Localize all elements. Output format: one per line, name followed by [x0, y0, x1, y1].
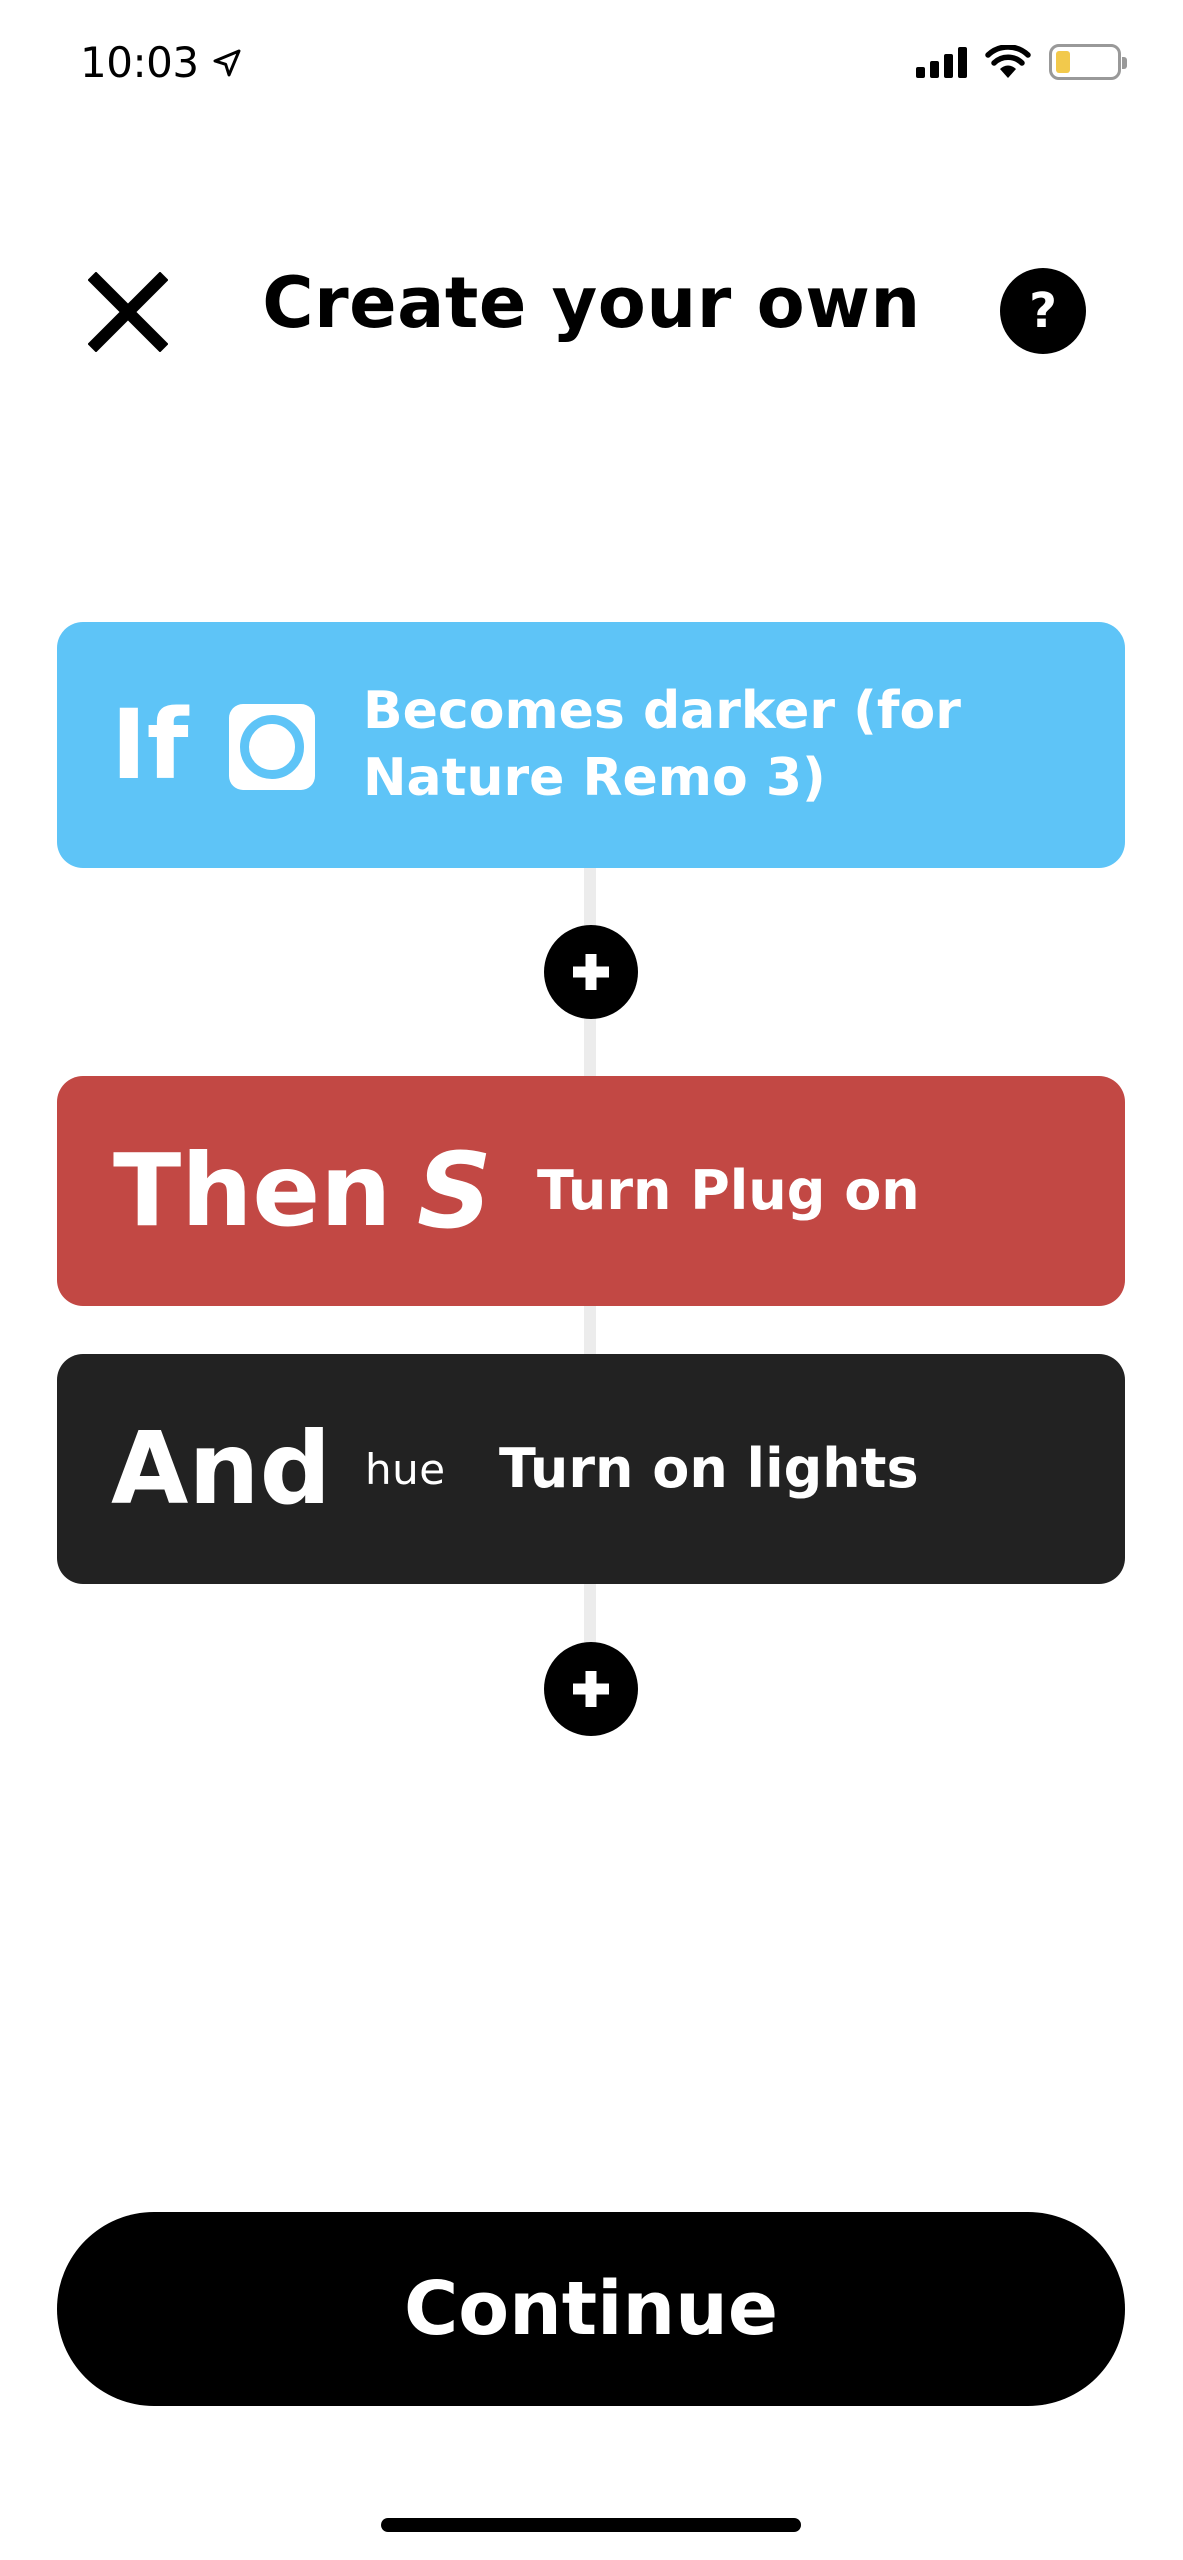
help-icon: ? [1029, 283, 1057, 339]
action-card-then[interactable]: Then S Turn Plug on [57, 1076, 1125, 1306]
location-arrow-icon [213, 49, 241, 76]
trigger-text: Becomes darker (for Nature Remo 3) [363, 681, 961, 808]
action-text: Turn Plug on [537, 1159, 920, 1223]
action-card-and[interactable]: And hue Turn on lights [57, 1354, 1125, 1584]
battery-icon [1049, 44, 1127, 80]
home-indicator [381, 2518, 801, 2532]
battery-level [1056, 51, 1070, 73]
action-text: Turn on lights [499, 1437, 919, 1501]
add-action-button[interactable] [544, 925, 638, 1019]
action-keyword: Then [113, 1132, 392, 1249]
plus-icon [573, 954, 609, 990]
smart-plug-logo-icon: S [417, 1130, 492, 1252]
status-time-text: 10:03 [80, 38, 199, 87]
wifi-icon [985, 45, 1031, 78]
status-time: 10:03 [80, 38, 243, 87]
continue-button[interactable]: Continue [57, 2212, 1125, 2406]
help-button[interactable]: ? [1000, 268, 1086, 354]
create-applet-screen: 10:03 Create your own ? If Becomes darke… [0, 0, 1183, 2560]
status-icons [916, 44, 1127, 80]
add-action-button[interactable] [544, 1642, 638, 1736]
plus-icon [573, 1671, 609, 1707]
trigger-keyword: If [111, 689, 189, 801]
hue-logo-icon: hue [365, 1444, 446, 1494]
nature-remo-icon [229, 704, 315, 790]
trigger-card[interactable]: If Becomes darker (for Nature Remo 3) [57, 622, 1125, 868]
cellular-signal-icon [916, 46, 967, 78]
action-keyword: And [111, 1410, 332, 1527]
connector-line [584, 1306, 596, 1354]
